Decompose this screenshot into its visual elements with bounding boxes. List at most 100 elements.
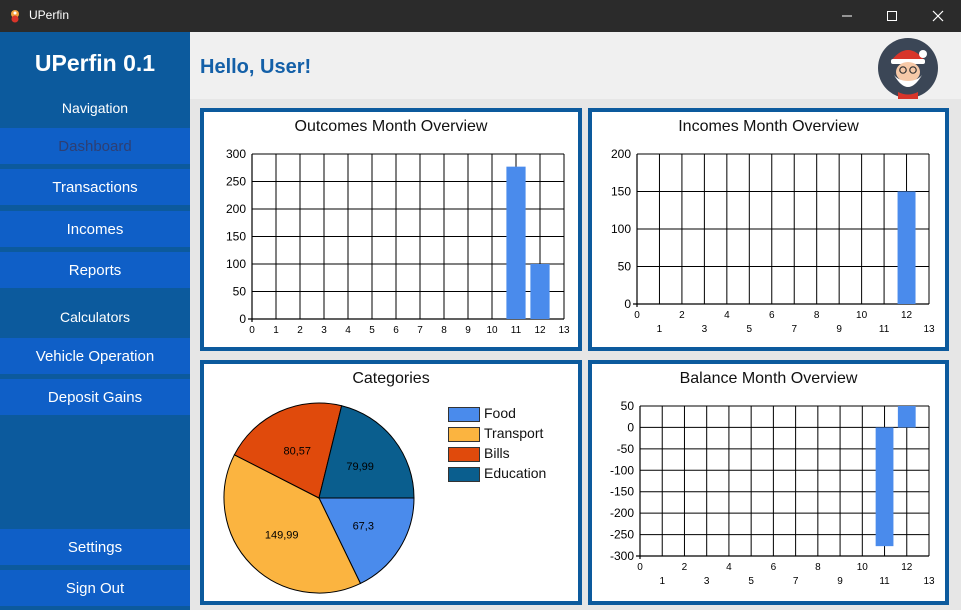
x-tick-label: 0 (249, 325, 255, 336)
legend-swatch-transport (448, 427, 480, 442)
legend-label-transport: Transport (484, 425, 544, 441)
x-tick-label: 6 (771, 562, 777, 573)
x-tick-label: 8 (814, 310, 820, 321)
maximize-button[interactable] (869, 0, 915, 32)
bar (897, 406, 916, 428)
x-tick-label: 6 (769, 310, 775, 321)
x-tick-label: 5 (747, 324, 753, 335)
y-tick-label: 150 (226, 230, 246, 244)
bar (897, 191, 916, 304)
x-tick-label: 1 (273, 325, 279, 336)
x-tick-label: 4 (726, 562, 732, 573)
window-title: UPerfin (29, 8, 70, 22)
y-tick-label: 150 (611, 185, 631, 199)
x-tick-label: 4 (345, 325, 351, 336)
y-tick-label: 200 (611, 147, 631, 161)
x-tick-label: 12 (901, 310, 913, 321)
y-tick-label: 100 (226, 257, 246, 271)
outcomes-chart: 0501001502002503000 1 2 3 4 5 6 7 8 9 10 11 12 13 (226, 147, 570, 336)
minimize-button[interactable] (824, 0, 870, 32)
incomes-chart-panel: Incomes Month Overview 0 50 100 150 200 0 1 2 3 4… (588, 108, 949, 351)
user-avatar[interactable] (877, 37, 939, 99)
sidebar-item-reports[interactable]: Reports (0, 252, 190, 288)
x-tick-label: 3 (704, 576, 710, 587)
pie-data-label: 67,3 (353, 521, 374, 533)
x-tick-label: 10 (486, 325, 498, 336)
greeting: Hello, User! (200, 56, 312, 78)
legend-swatch-education (448, 467, 480, 482)
sidebar-item-incomes[interactable]: Incomes (0, 211, 190, 247)
incomes-chart: 050100150200012345678910111213 (611, 147, 935, 335)
navigation-section-label: Navigation (61, 100, 129, 116)
x-tick-label: 2 (682, 562, 688, 573)
sidebar-item-settings[interactable]: Settings (0, 529, 190, 565)
balance-chart-panel: Balance Month Overview -300 -250 -200 -150-… (588, 360, 949, 605)
y-tick-label: -50 (617, 442, 635, 456)
sidebar-item-sign-out[interactable]: Sign Out (0, 570, 190, 606)
x-tick-label: 6 (393, 325, 399, 336)
x-tick-label: 11 (879, 324, 890, 335)
x-tick-label: 1 (659, 576, 665, 587)
x-tick-label: 7 (417, 325, 423, 336)
x-tick-label: 1 (657, 324, 663, 335)
brand-title: UPerfin 0.1 (34, 50, 156, 76)
y-tick-label: -300 (610, 549, 634, 563)
minimize-icon (842, 15, 852, 17)
header: Hello, User! (190, 32, 961, 99)
pie-data-label: 149,99 (265, 530, 299, 542)
x-tick-label: 11 (879, 576, 890, 587)
y-tick-label: -100 (610, 463, 634, 477)
close-button[interactable] (915, 0, 961, 32)
close-icon (932, 10, 944, 22)
x-tick-label: 3 (702, 324, 708, 335)
x-tick-label: 7 (791, 324, 797, 335)
pie-data-label: 79,99 (346, 461, 374, 473)
x-tick-label: 2 (679, 310, 685, 321)
x-tick-label: 7 (793, 576, 799, 587)
y-tick-label: 100 (611, 222, 631, 236)
legend-label-food: Food (484, 405, 516, 421)
categories-chart-panel: Categories 67,3 149,99 80,57 79,99 Food Tra… (200, 360, 582, 605)
x-tick-label: 0 (637, 562, 643, 573)
sidebar-item-transactions[interactable]: Transactions (0, 169, 190, 205)
y-tick-label: 200 (226, 202, 246, 216)
sidebar: UPerfin 0.1 Navigation Dashboard Transac… (0, 32, 190, 610)
x-tick-label: 5 (369, 325, 375, 336)
y-tick-label: 50 (618, 260, 632, 274)
bar (875, 427, 894, 547)
x-tick-label: 2 (297, 325, 303, 336)
y-tick-label: -200 (610, 506, 634, 520)
x-tick-label: 12 (901, 562, 913, 573)
y-tick-label: -250 (610, 528, 634, 542)
x-tick-label: 9 (837, 576, 843, 587)
app-icon (11, 10, 19, 23)
x-tick-label: 0 (634, 310, 640, 321)
y-tick-label: 0 (627, 420, 634, 434)
y-tick-label: 0 (239, 312, 246, 326)
x-tick-label: 8 (815, 562, 821, 573)
outcomes-chart-panel: Outcomes Month Overview 0 50 100 150 200 250 3… (200, 108, 582, 351)
x-tick-label: 9 (836, 324, 842, 335)
x-tick-label: 13 (558, 325, 570, 336)
legend-swatch-food (448, 407, 480, 422)
x-tick-label: 8 (441, 325, 447, 336)
x-tick-label: 10 (856, 310, 868, 321)
x-tick-label: 5 (748, 576, 754, 587)
calculators-section-label: Calculators (59, 309, 131, 325)
x-tick-label: 10 (857, 562, 869, 573)
y-tick-label: 0 (624, 297, 631, 311)
categories-pie-chart: 67,3 149,99 80,57 79,99 (223, 402, 415, 594)
y-tick-label: 250 (226, 175, 246, 189)
sidebar-item-dashboard[interactable]: Dashboard (0, 128, 190, 164)
x-tick-label: 9 (465, 325, 471, 336)
sidebar-item-deposit-gains[interactable]: Deposit Gains (0, 379, 190, 415)
y-tick-label: 300 (226, 147, 246, 161)
x-tick-label: 13 (923, 324, 935, 335)
sidebar-item-vehicle-operation[interactable]: Vehicle Operation (0, 338, 190, 374)
legend-label-education: Education (484, 465, 547, 481)
balance-chart: -300-250-200-150-100-5005001234567891011… (610, 399, 935, 587)
x-tick-label: 11 (511, 325, 522, 336)
x-tick-label: 13 (923, 576, 935, 587)
legend-label-bills: Bills (484, 445, 510, 461)
y-tick-label: -150 (610, 485, 634, 499)
